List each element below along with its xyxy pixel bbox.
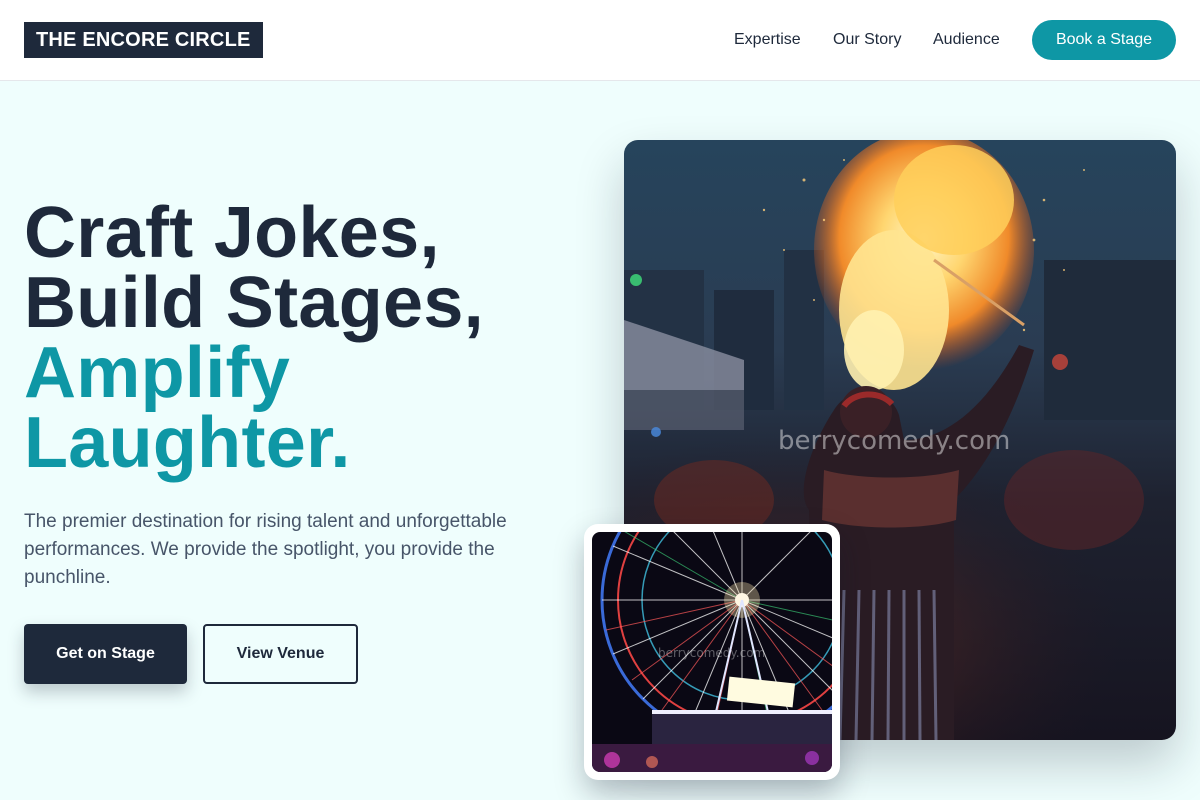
nav-link-our-story[interactable]: Our Story: [833, 30, 901, 50]
nav-link-expertise[interactable]: Expertise: [734, 30, 801, 50]
hero-headline: Craft Jokes, Build Stages, Amplify Laugh…: [24, 193, 484, 483]
headline-line-4-accent: Laughter.: [24, 403, 351, 483]
headline-line-3-accent: Amplify: [24, 333, 291, 413]
small-photo-watermark: berrycomedy.com: [658, 646, 766, 660]
main-photo-watermark: berrycomedy.com: [778, 426, 1011, 456]
ferris-wheel-photo-card: berrycomedy.com: [584, 524, 840, 780]
headline-line-2: Build Stages,: [24, 263, 484, 343]
brand-logo[interactable]: THE ENCORE CIRCLE: [24, 22, 263, 58]
get-on-stage-button[interactable]: Get on Stage: [24, 624, 187, 684]
book-a-stage-button[interactable]: Book a Stage: [1032, 20, 1176, 60]
view-venue-button[interactable]: View Venue: [203, 624, 358, 684]
hero-lead-text: The premier destination for rising talen…: [24, 511, 507, 588]
top-navigation-bar: THE ENCORE CIRCLE Expertise Our Story Au…: [0, 0, 1200, 81]
headline-line-1: Craft Jokes,: [24, 193, 440, 273]
nav-link-audience[interactable]: Audience: [933, 30, 1000, 50]
ferris-wheel-photo: berrycomedy.com: [592, 532, 832, 772]
